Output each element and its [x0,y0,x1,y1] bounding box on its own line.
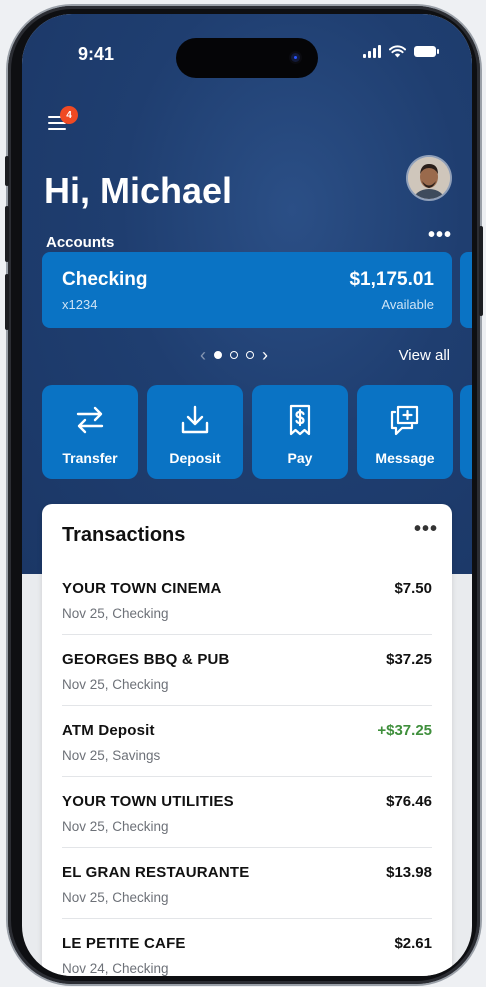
transaction-amount: $76.46 [386,793,432,810]
transaction-row[interactable]: YOUR TOWN UTILITIES Nov 25, Checking $76… [62,777,432,848]
transaction-details: Nov 25, Checking [62,819,169,834]
profile-photo-icon [408,157,450,199]
chevron-right-icon[interactable]: › [262,346,268,364]
notification-badge: 4 [60,106,78,124]
transaction-merchant: YOUR TOWN CINEMA [62,580,222,597]
account-card-checking[interactable]: Checking x1234 $1,175.01 Available [42,252,452,328]
transfer-icon [76,406,104,434]
battery-icon [414,46,439,57]
dynamic-island [176,38,318,78]
action-label: Transfer [62,450,118,466]
transaction-amount: +$37.25 [377,722,432,739]
accounts-more-button[interactable]: ••• [428,224,452,247]
app-screen: 9:41 4 Hi, Michael Accounts ••• Checking… [22,14,472,976]
account-balance: $1,175.01 [349,269,434,290]
deposit-button[interactable]: Deposit [147,385,243,479]
action-next[interactable] [460,385,472,479]
volume-down-button [5,274,9,330]
transaction-merchant: YOUR TOWN UTILITIES [62,793,234,810]
greeting-title: Hi, Michael [44,170,233,211]
accounts-label: Accounts [46,234,115,251]
transaction-row[interactable]: ATM Deposit Nov 25, Savings +$37.25 [62,706,432,777]
volume-up-button [5,206,9,262]
deposit-icon [181,405,209,434]
pager-dot[interactable] [246,351,254,359]
transaction-details: Nov 25, Checking [62,890,169,905]
transaction-merchant: EL GRAN RESTAURANTE [62,864,250,881]
chevron-left-icon[interactable]: ‹ [200,346,206,364]
action-label: Deposit [169,450,221,466]
transaction-details: Nov 25, Checking [62,677,169,692]
action-label: Pay [287,450,313,466]
transaction-amount: $13.98 [386,864,432,881]
pager-dot[interactable] [214,351,222,359]
view-all-link[interactable]: View all [399,347,450,364]
transaction-row[interactable]: YOUR TOWN CINEMA Nov 25, Checking $7.50 [62,564,432,635]
status-icons [363,45,439,58]
transaction-row[interactable]: GEORGES BBQ & PUB Nov 25, Checking $37.2… [62,635,432,706]
transactions-card: Transactions ••• YOUR TOWN CINEMA Nov 25… [42,504,452,976]
avatar[interactable] [408,157,450,199]
transaction-row[interactable]: EL GRAN RESTAURANTE Nov 25, Checking $13… [62,848,432,919]
account-pager: ‹ › [200,346,268,364]
transaction-amount: $7.50 [394,580,432,597]
action-button [5,156,9,186]
transaction-row[interactable]: LE PETITE CAFE Nov 24, Checking $2.61 [62,919,432,976]
transaction-merchant: LE PETITE CAFE [62,935,186,952]
account-card-next[interactable] [460,252,472,328]
camera-icon [291,53,300,62]
transaction-details: Nov 24, Checking [62,961,169,976]
transaction-amount: $37.25 [386,651,432,668]
transaction-merchant: ATM Deposit [62,722,155,739]
transaction-amount: $2.61 [394,935,432,952]
signal-icon [363,45,381,58]
pay-icon [289,404,311,436]
account-number: x1234 [62,297,98,312]
pay-button[interactable]: Pay [252,385,348,479]
transaction-details: Nov 25, Checking [62,606,169,621]
transactions-list: YOUR TOWN CINEMA Nov 25, Checking $7.50 … [42,564,452,976]
quick-actions: Transfer Deposit Pay Message [42,385,453,479]
message-button[interactable]: Message [357,385,453,479]
transfer-button[interactable]: Transfer [42,385,138,479]
transaction-merchant: GEORGES BBQ & PUB [62,651,230,668]
transactions-title: Transactions [62,524,186,546]
transaction-details: Nov 25, Savings [62,748,161,763]
account-name: Checking [62,269,148,290]
wifi-icon [389,45,406,58]
power-button [479,226,483,316]
transactions-more-button[interactable]: ••• [414,518,438,541]
message-icon [390,405,419,436]
pager-dot[interactable] [230,351,238,359]
status-time: 9:41 [78,44,115,64]
action-label: Message [375,450,435,466]
account-balance-label: Available [381,297,434,312]
